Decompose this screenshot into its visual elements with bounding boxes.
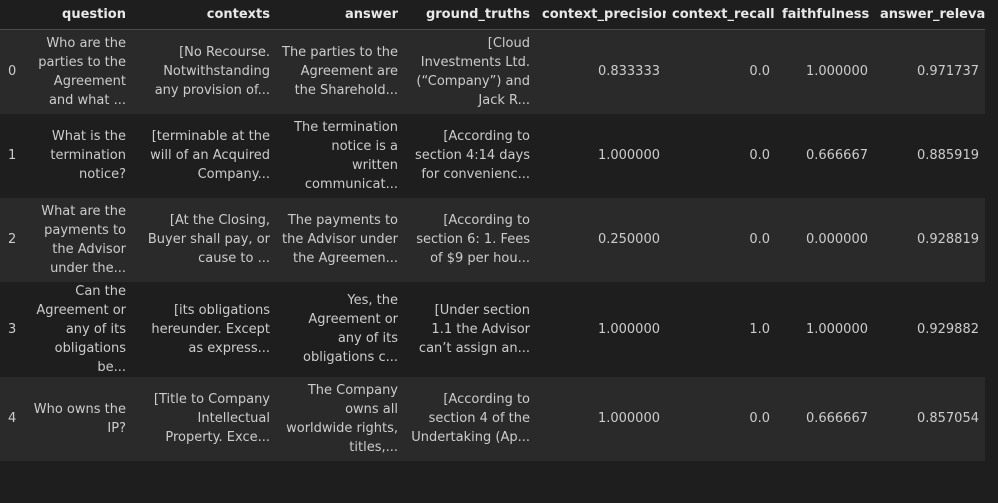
cell-question: Can the Agreement or any of its obligati… xyxy=(36,283,126,375)
header-row: question contexts answer ground_truths c… xyxy=(0,0,985,30)
row-index: 0 xyxy=(8,64,17,80)
row-index: 1 xyxy=(8,148,17,163)
table-row: 2 What are the payments to the Advisor u… xyxy=(0,197,985,282)
cell-question: Who are the parties to the Agreement and… xyxy=(38,35,126,108)
cell-context-precision: 0.833333 xyxy=(597,64,660,80)
row-index: 2 xyxy=(8,232,17,247)
dataframe-table: question contexts answer ground_truths c… xyxy=(0,0,985,461)
cell-answer: The Company owns all worldwide rights, t… xyxy=(286,382,398,455)
cell-contexts: [Title to Company Intellectual Property.… xyxy=(153,392,270,445)
cell-context-recall: 0.0 xyxy=(749,64,770,80)
cell-answer: Yes, the Agreement or any of its obligat… xyxy=(303,293,398,365)
cell-ground-truths: [According to section 6: 1. Fees of $9 p… xyxy=(416,213,530,266)
cell-faithfulness: 0.666667 xyxy=(805,148,868,163)
row-index: 4 xyxy=(8,411,17,426)
table-row: 1 What is the termination notice? [termi… xyxy=(0,113,985,198)
row-index: 3 xyxy=(8,321,17,337)
cell-faithfulness: 0.000000 xyxy=(805,232,868,247)
cell-contexts: [No Recourse. Notwithstanding any provis… xyxy=(154,45,270,99)
cell-context-precision: 0.250000 xyxy=(597,232,660,247)
column-header-ground-truths: ground_truths xyxy=(404,0,536,30)
dataframe-output: question contexts answer ground_truths c… xyxy=(0,0,998,503)
cell-contexts: [its obligations hereunder. Except as ex… xyxy=(151,302,270,356)
cell-question: What are the payments to the Advisor und… xyxy=(41,203,126,276)
cell-context-recall: 0.0 xyxy=(749,411,770,426)
cell-ground-truths: [According to section 4 of the Undertaki… xyxy=(411,392,530,445)
column-header-context-recall: context_recall xyxy=(666,0,776,30)
cell-context-recall: 0.0 xyxy=(749,148,770,163)
cell-contexts: [At the Closing, Buyer shall pay, or cau… xyxy=(147,213,270,266)
cell-answer-relevancy: 0.971737 xyxy=(916,64,979,80)
cell-ground-truths: [According to section 4:14 days for conv… xyxy=(415,129,530,182)
cell-faithfulness: 1.000000 xyxy=(805,321,868,337)
cell-answer: The termination notice is a written comm… xyxy=(294,119,398,192)
table-row: 4 Who owns the IP? [Title to Company Int… xyxy=(0,376,985,461)
cell-context-precision: 1.000000 xyxy=(597,411,660,426)
cell-question: What is the termination notice? xyxy=(50,129,126,182)
column-header-index xyxy=(0,0,26,30)
table-row: 0 Who are the parties to the Agreement a… xyxy=(0,29,985,114)
column-header-faithfulness: faithfulness xyxy=(776,0,874,30)
cell-faithfulness: 1.000000 xyxy=(805,64,868,80)
column-header-contexts: contexts xyxy=(132,0,276,30)
column-header-question: question xyxy=(26,0,132,30)
cell-ground-truths: [Under section 1.1 the Advisor can’t ass… xyxy=(418,302,530,356)
table-row: 3 Can the Agreement or any of its obliga… xyxy=(0,281,985,377)
cell-context-precision: 1.000000 xyxy=(597,148,660,163)
column-header-answer: answer xyxy=(276,0,404,30)
cell-faithfulness: 0.666667 xyxy=(805,411,868,426)
cell-contexts: [terminable at the will of an Acquired C… xyxy=(150,129,270,182)
cell-context-recall: 0.0 xyxy=(749,232,770,247)
cell-context-recall: 1.0 xyxy=(749,321,770,337)
cell-question: Who owns the IP? xyxy=(33,401,126,436)
cell-answer-relevancy: 0.885919 xyxy=(916,148,979,163)
cell-answer-relevancy: 0.929882 xyxy=(916,321,979,337)
cell-answer: The parties to the Agreement are the Sha… xyxy=(282,45,399,99)
column-header-context-precision: context_precision xyxy=(536,0,666,30)
cell-answer-relevancy: 0.928819 xyxy=(916,232,979,247)
cell-answer: The payments to the Advisor under the Ag… xyxy=(282,213,398,266)
cell-ground-truths: [Cloud Investments Ltd. (“Company”) and … xyxy=(416,35,530,108)
cell-answer-relevancy: 0.857054 xyxy=(916,411,979,426)
column-header-answer-relevancy: answer_relevancy xyxy=(874,0,985,30)
cell-context-precision: 1.000000 xyxy=(597,321,660,337)
